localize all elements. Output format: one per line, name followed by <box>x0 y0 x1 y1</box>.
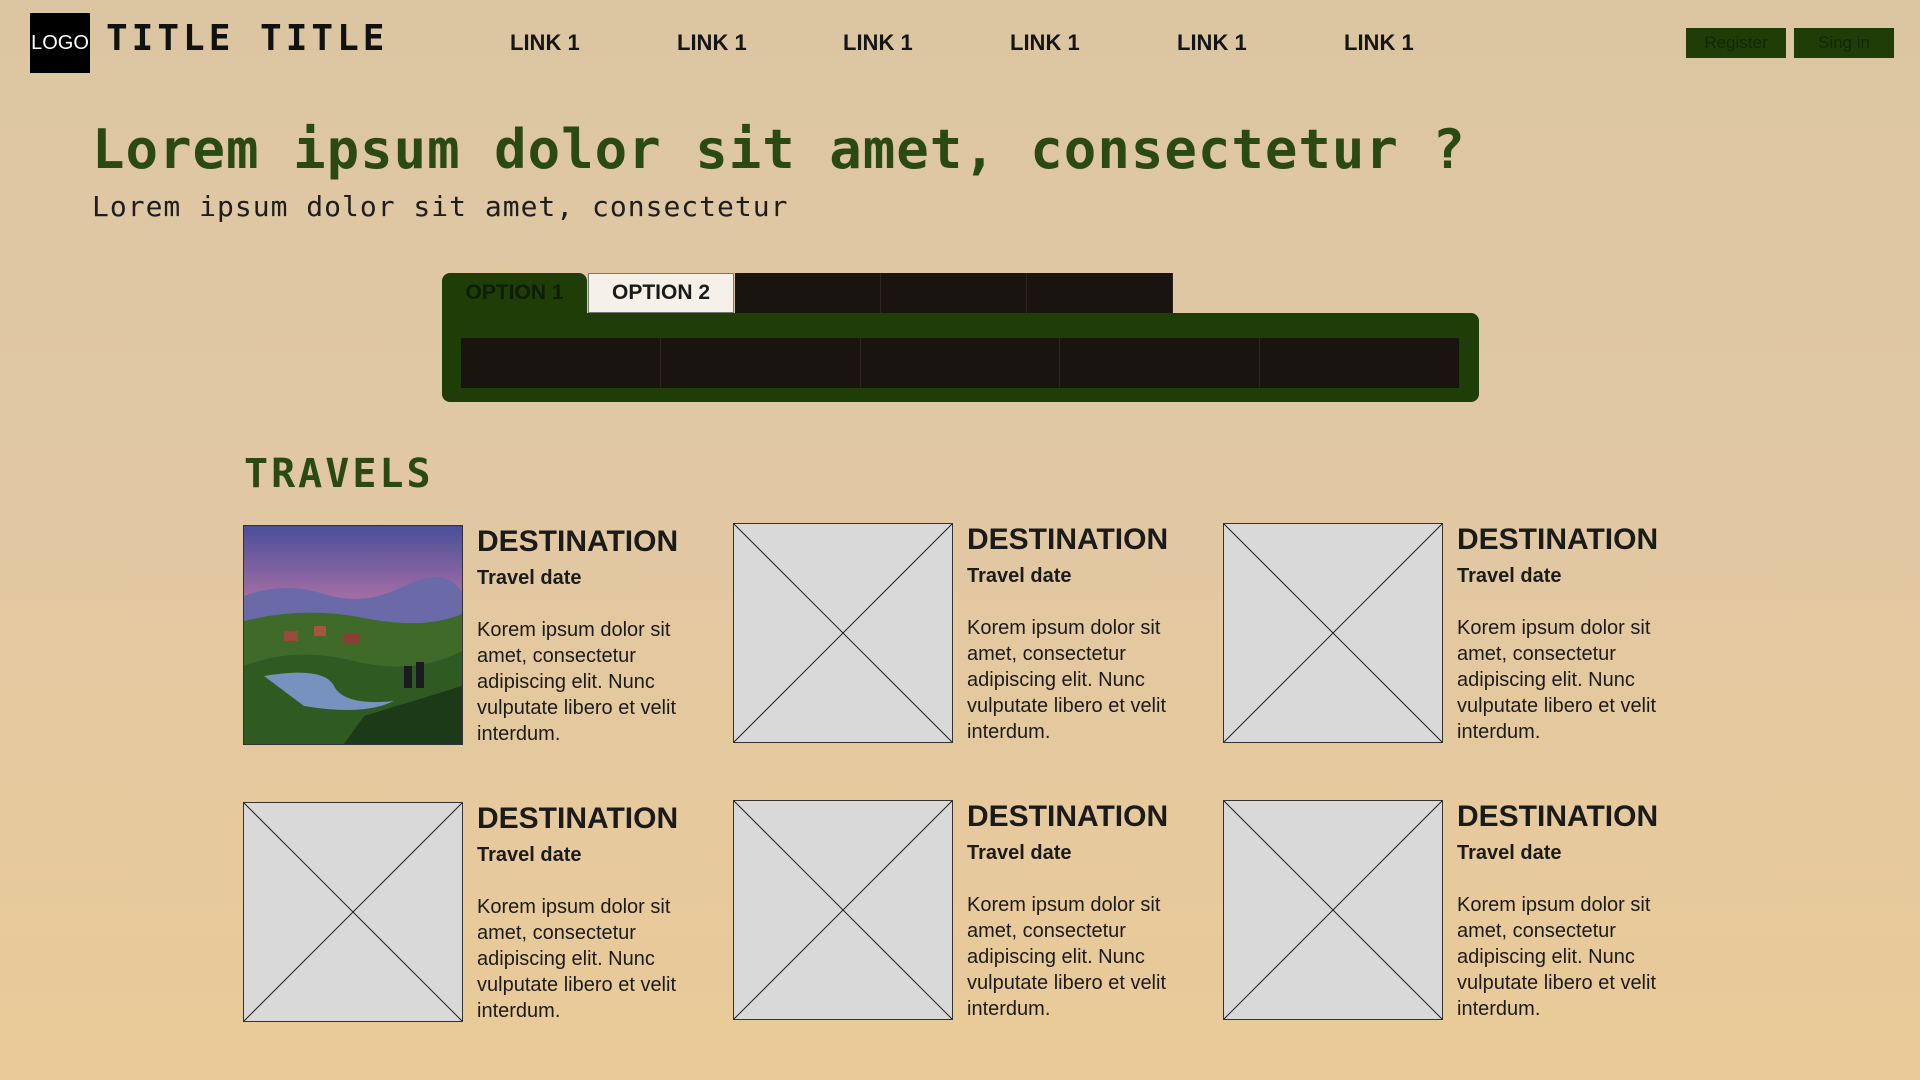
nav-link-5[interactable]: LINK 1 <box>1177 30 1247 56</box>
nav-link-3[interactable]: LINK 1 <box>843 30 913 56</box>
travel-date: Travel date <box>1457 565 1562 587</box>
site-title: TITLE TITLE <box>106 18 389 59</box>
destination-title: DESTINATION <box>1457 523 1659 556</box>
travel-date: Travel date <box>967 565 1072 587</box>
travel-card[interactable]: DESTINATION Travel date Korem ipsum dolor … <box>733 800 1213 1025</box>
destination-description: Korem ipsum dolor sit amet, consectetur … <box>1457 894 1657 1020</box>
tab-option-1[interactable]: OPTION 1 <box>442 273 587 313</box>
search-field-2[interactable] <box>661 338 861 388</box>
travel-card[interactable]: DESTINATION Travel date Korem ipsum dolor … <box>243 525 723 750</box>
travel-date: Travel date <box>477 844 582 866</box>
travel-card[interactable]: DESTINATION Travel date Korem ipsum dolor … <box>243 802 723 1027</box>
nav-link-2[interactable]: LINK 1 <box>677 30 747 56</box>
travel-date: Travel date <box>967 842 1072 864</box>
destination-title: DESTINATION <box>967 800 1169 833</box>
tab-option-2[interactable]: OPTION 2 <box>588 273 734 313</box>
destination-title: DESTINATION <box>477 802 679 835</box>
hero-subtitle: Lorem ipsum dolor sit amet, consectetur <box>92 190 789 223</box>
hero-title: Lorem ipsum dolor sit amet, consectetur … <box>92 118 1466 181</box>
register-button[interactable]: Register <box>1686 28 1786 58</box>
destination-description: Korem ipsum dolor sit amet, consectetur … <box>1457 617 1657 743</box>
travel-card[interactable]: DESTINATION Travel date Korem ipsum dolor … <box>733 523 1213 748</box>
nav-link-4[interactable]: LINK 1 <box>1010 30 1080 56</box>
tab-empty-3[interactable] <box>1027 273 1173 313</box>
image-placeholder <box>733 523 953 743</box>
travels-title: TRAVELS <box>244 451 434 497</box>
signin-button[interactable]: Sing in <box>1794 28 1894 58</box>
destination-title: DESTINATION <box>967 523 1169 556</box>
search-bar <box>461 338 1459 388</box>
travel-date: Travel date <box>477 567 582 589</box>
destination-image <box>243 525 463 745</box>
search-field-5[interactable] <box>1260 338 1459 388</box>
destination-description: Korem ipsum dolor sit amet, consectetur … <box>477 896 677 1022</box>
image-placeholder <box>243 802 463 1022</box>
destination-title: DESTINATION <box>477 525 679 558</box>
travel-date: Travel date <box>1457 842 1562 864</box>
travel-card[interactable]: DESTINATION Travel date Korem ipsum dolor … <box>1223 523 1703 748</box>
image-placeholder <box>733 800 953 1020</box>
travel-card[interactable]: DESTINATION Travel date Korem ipsum dolor … <box>1223 800 1703 1025</box>
image-placeholder <box>1223 800 1443 1020</box>
tab-empty-2[interactable] <box>881 273 1027 313</box>
search-field-3[interactable] <box>861 338 1061 388</box>
search-field-1[interactable] <box>461 338 661 388</box>
destination-description: Korem ipsum dolor sit amet, consectetur … <box>477 619 677 745</box>
image-placeholder <box>1223 523 1443 743</box>
nav-link-6[interactable]: LINK 1 <box>1344 30 1414 56</box>
destination-description: Korem ipsum dolor sit amet, consectetur … <box>967 617 1167 743</box>
search-field-4[interactable] <box>1060 338 1261 388</box>
logo[interactable]: LOGO <box>30 13 90 73</box>
destination-title: DESTINATION <box>1457 800 1659 833</box>
nav-link-1[interactable]: LINK 1 <box>510 30 580 56</box>
tab-empty-1[interactable] <box>735 273 881 313</box>
destination-description: Korem ipsum dolor sit amet, consectetur … <box>967 894 1167 1020</box>
